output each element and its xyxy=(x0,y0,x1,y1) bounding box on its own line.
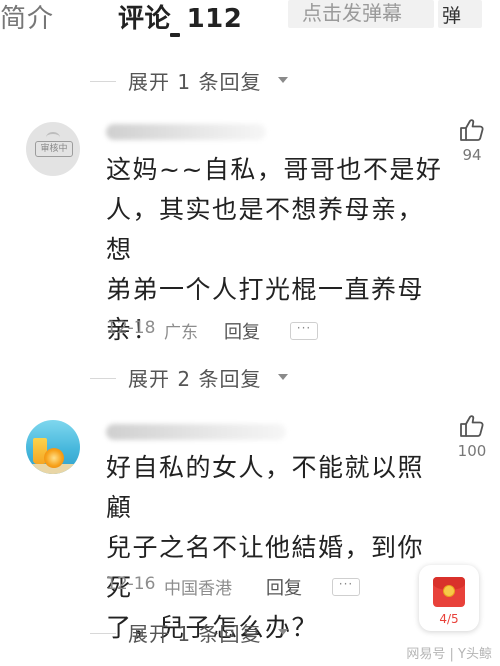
thumbs-up-icon xyxy=(460,119,484,141)
red-packet-widget[interactable]: 4/5 xyxy=(419,565,479,631)
danmaku-toggle-button[interactable]: 弹 xyxy=(438,0,482,28)
reply-button[interactable]: 回复 xyxy=(224,318,260,344)
comment-date: 12-16 xyxy=(106,574,156,594)
comment-meta: 12-18 广东 回复 ··· xyxy=(106,318,426,344)
tab-intro[interactable]: 简介 xyxy=(0,0,54,35)
like-count: 94 xyxy=(462,146,482,164)
expand-replies-2[interactable]: 展开 2 条回复 xyxy=(90,363,310,393)
coin-icon xyxy=(443,585,455,597)
like-button[interactable]: 100 xyxy=(452,414,492,460)
comment-date: 12-18 xyxy=(106,318,156,338)
like-button[interactable]: 94 xyxy=(452,118,492,164)
expand-replies-label: 展开 1 条回复 xyxy=(128,622,262,646)
divider xyxy=(90,378,116,379)
expand-replies-label: 展开 1 条回复 xyxy=(128,70,262,94)
username-blurred[interactable] xyxy=(106,124,266,140)
active-tab-indicator xyxy=(170,33,180,37)
comment-line: 这妈~~自私，哥哥也不是好 xyxy=(106,155,443,184)
comment-line: 弟弟一个人打光棍一直养母 xyxy=(106,275,425,304)
tab-comments-label: 评论 xyxy=(118,4,172,34)
comment-location: 中国香港 xyxy=(164,579,232,599)
comment-meta: 12-16 中国香港 回复 ··· xyxy=(106,574,426,600)
danmaku-input[interactable]: 点击发弹幕 xyxy=(288,0,434,28)
comment-location: 广东 xyxy=(164,323,198,343)
divider xyxy=(90,81,116,82)
username-blurred[interactable] xyxy=(106,424,286,440)
watermark: 网易号 | Y头鲸 xyxy=(406,647,492,662)
chevron-down-icon xyxy=(278,629,288,635)
like-count: 100 xyxy=(457,442,487,460)
review-pending-badge: 审核中 xyxy=(35,141,73,157)
expand-replies-label: 展开 2 条回复 xyxy=(128,367,262,391)
avatar[interactable]: 审核中 xyxy=(26,122,80,176)
divider xyxy=(90,633,116,634)
avatar-orange xyxy=(44,448,64,468)
avatar[interactable] xyxy=(26,420,80,474)
thumbs-up-icon xyxy=(460,415,484,437)
reply-button[interactable]: 回复 xyxy=(266,574,302,600)
chevron-down-icon xyxy=(278,77,288,83)
comment-line: 人，其实也是不想养母亲，想 xyxy=(106,195,425,264)
comment-line: 好自私的女人，不能就以照顧 xyxy=(106,453,425,522)
chevron-down-icon xyxy=(278,374,288,380)
comments-header: 简介 评论 112 点击发弹幕 弹 xyxy=(0,0,500,37)
more-options-button[interactable]: ··· xyxy=(290,322,318,340)
danmaku-icon: 弹 xyxy=(442,5,462,27)
expand-replies-3[interactable]: 展开 1 条回复 xyxy=(90,618,310,648)
red-packet-progress: 4/5 xyxy=(439,612,459,626)
expand-replies-1[interactable]: 展开 1 条回复 xyxy=(90,66,310,96)
tab-comments[interactable]: 评论 112 xyxy=(118,0,242,35)
more-options-button[interactable]: ··· xyxy=(332,578,360,596)
comment-count: 112 xyxy=(186,4,243,34)
